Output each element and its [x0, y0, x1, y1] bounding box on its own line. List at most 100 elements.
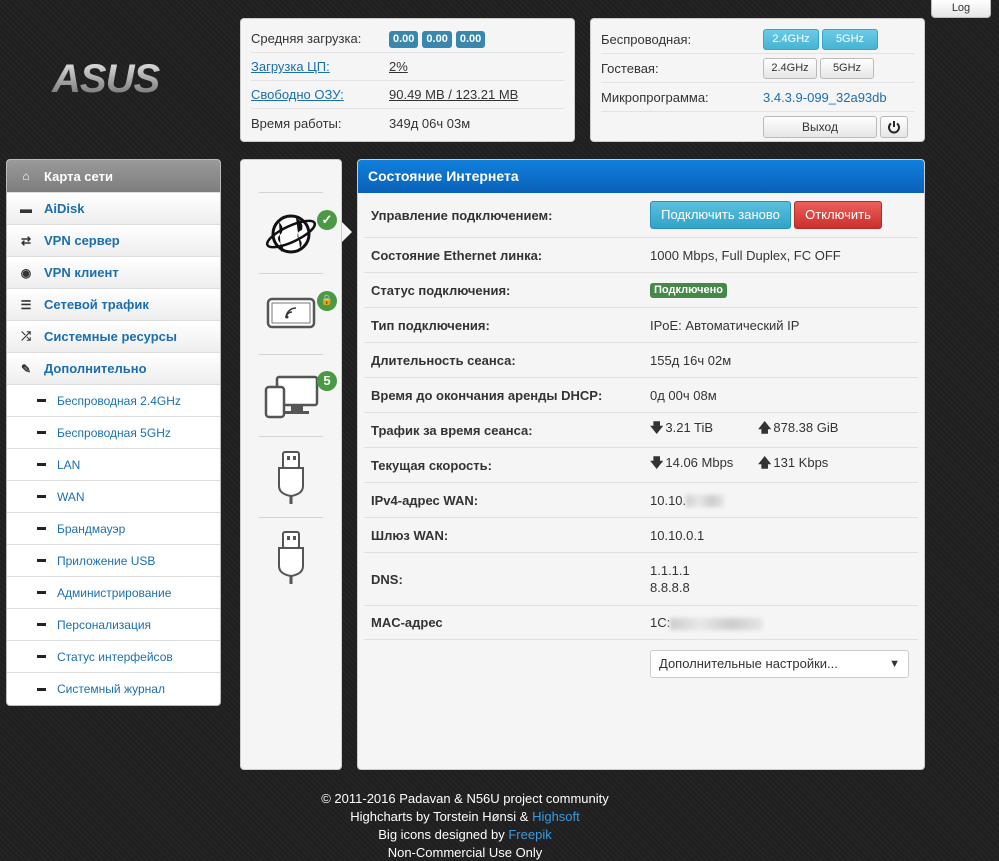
divider — [259, 192, 323, 193]
traffic-down-value: 3.21 TiB — [665, 420, 714, 435]
wireless-tile[interactable]: 🔒 — [241, 285, 343, 355]
sidebar-subitem-wireless-5[interactable]: Беспроводная 5GHz — [7, 417, 220, 449]
sidebar-subitem-label: Статус интерфейсов — [57, 649, 173, 664]
wireless-5-toggle[interactable]: 5GHz — [822, 28, 878, 50]
guest-24-toggle[interactable]: 2.4GHz — [763, 57, 817, 79]
freepik-link[interactable]: Freepik — [508, 827, 551, 842]
globe-icon: ◉ — [20, 265, 32, 280]
sidebar-subitem-label: LAN — [57, 457, 81, 472]
sidebar-item-traffic[interactable]: ☰ Сетевой трафик — [7, 289, 220, 321]
sidebar-subitem-usb-apps[interactable]: Приложение USB — [7, 545, 220, 577]
power-icon — [888, 121, 900, 134]
dash-icon — [37, 655, 46, 658]
sidebar-subitem-label: Администрирование — [57, 585, 172, 600]
sidebar-subitem-firewall[interactable]: Брандмауэр — [7, 513, 220, 545]
firmware-link[interactable]: 3.4.3.9-099_32a93db — [763, 90, 887, 105]
session-traffic-label: Трафик за время сеанса: — [371, 422, 533, 438]
highsoft-link[interactable]: Highsoft — [532, 809, 580, 824]
wan-ipv4-label: IPv4-адрес WAN: — [371, 492, 479, 508]
svg-text:ASUS: ASUS — [51, 57, 160, 101]
load-badge-1: 0.00 — [389, 30, 419, 48]
load-badge-2: 0.00 — [422, 30, 452, 48]
sidebar-subitem-label: Системный журнал — [57, 682, 165, 696]
sidebar-subitem-administration[interactable]: Администрирование — [7, 577, 220, 609]
sidebar-subitem-lan[interactable]: LAN — [7, 449, 220, 481]
dns-secondary-value: 8.8.8.8 — [650, 580, 690, 595]
dhcp-lease-label: Время до окончания аренды DHCP: — [371, 387, 603, 403]
wireless-24-toggle[interactable]: 2.4GHz — [763, 28, 819, 50]
highcharts-credit: Highcharts by Torstein Hønsi & — [350, 809, 533, 824]
current-speed-label: Текущая скорость: — [371, 457, 492, 473]
clients-count-badge: 5 — [317, 371, 337, 391]
dash-icon — [37, 399, 46, 402]
sidebar-subitem-interface-status[interactable]: Статус интерфейсов — [7, 641, 220, 673]
sidebar-subitem-label: Персонализация — [57, 617, 152, 632]
dash-icon — [37, 431, 46, 434]
retweet-icon: ⇄ — [20, 233, 32, 248]
tasks-icon: ☰ — [20, 297, 32, 312]
divider — [259, 436, 323, 437]
ethernet-link-value: 1000 Mbps, Full Duplex, FC OFF — [650, 247, 841, 263]
speed-up-value: 131 Kbps — [773, 455, 829, 470]
footer: © 2011-2016 Padavan & N56U project commu… — [240, 790, 690, 861]
connection-control-label: Управление подключением: — [371, 207, 553, 223]
arrow-down-icon: 🡇 — [650, 420, 664, 435]
guest-5-toggle[interactable]: 5GHz — [820, 57, 874, 79]
sidebar-item-vpn-client[interactable]: ◉ VPN клиент — [7, 257, 220, 289]
guest-label: Гостевая: — [601, 60, 659, 76]
disconnect-button[interactable]: Отключить — [794, 201, 882, 229]
wireless-label: Беспроводная: — [601, 31, 692, 47]
random-icon: ⤮ — [21, 329, 31, 343]
uptime-value: 349д 06ч 03м — [389, 115, 471, 131]
dash-icon — [37, 495, 46, 498]
cpu-load-link[interactable]: Загрузка ЦП: — [251, 59, 389, 74]
more-settings-select[interactable]: Дополнительные настройки... ▼ — [650, 650, 909, 678]
sidebar-item-aidisk[interactable]: ▬ AiDisk — [7, 193, 220, 225]
sidebar-subitem-wireless-24[interactable]: Беспроводная 2.4GHz — [7, 385, 220, 417]
sidebar-item-network-map[interactable]: ⌂ Карта сети — [7, 160, 220, 193]
sidebar-subitem-system-log[interactable]: Системный журнал — [7, 673, 220, 705]
logout-button[interactable]: Выход — [763, 115, 877, 138]
clients-tile[interactable]: 5 — [241, 365, 343, 437]
sidebar-item-label: Дополнительно — [44, 361, 147, 376]
connection-status-label: Статус подключения: — [371, 282, 511, 298]
reconnect-button[interactable]: Подключить заново — [650, 201, 791, 229]
sidebar-item-system-resources[interactable]: ⤮ Системные ресурсы — [7, 321, 220, 353]
arrow-down-icon: 🡇 — [650, 455, 664, 470]
sidebar-subitem-label: Беспроводная 5GHz — [57, 425, 171, 440]
dns-primary-value: 1.1.1.1 — [650, 563, 690, 578]
dash-icon — [37, 687, 46, 691]
sidebar-item-advanced[interactable]: ✎ Дополнительно — [7, 353, 220, 385]
sidebar-item-vpn-server[interactable]: ⇄ VPN сервер — [7, 225, 220, 257]
network-map-icon-column: ✓ 🔒 5 — [240, 159, 342, 770]
divider — [259, 354, 323, 355]
mac-address-value: 1C: — [650, 615, 671, 630]
divider — [259, 273, 323, 274]
arrow-up-icon: 🡅 — [758, 420, 772, 435]
sidebar-item-label: Сетевой трафик — [44, 297, 149, 312]
firmware-label: Микропрограмма: — [601, 89, 709, 105]
usb-port-2-tile[interactable] — [241, 528, 343, 588]
ethernet-link-label: Состояние Ethernet линка: — [371, 247, 543, 263]
system-status-panel: Средняя загрузка: 0.00 0.00 0.00 Загрузка … — [240, 18, 575, 142]
speed-down-value: 14.06 Mbps — [665, 455, 734, 470]
free-ram-link[interactable]: Свободно ОЗУ: — [251, 87, 389, 102]
dash-icon — [37, 623, 46, 626]
home-icon: ⌂ — [22, 169, 30, 183]
redacted-blur — [670, 617, 763, 630]
log-button[interactable]: Log — [931, 0, 991, 18]
dash-icon — [37, 559, 46, 562]
asus-logo: ASUS — [48, 56, 188, 106]
mac-address-label: MAC-адрес — [371, 615, 443, 630]
sidebar-subitem-wan[interactable]: WAN — [7, 481, 220, 513]
internet-globe-tile[interactable]: ✓ — [241, 200, 343, 274]
usb-port-1-tile[interactable] — [241, 448, 343, 508]
sidebar-nav: ⌂ Карта сети ▬ AiDisk ⇄ VPN сервер ◉ VPN… — [6, 159, 221, 706]
free-ram-value: 90.49 MB / 123.21 MB — [389, 87, 519, 102]
sidebar-subitem-customization[interactable]: Персонализация — [7, 609, 220, 641]
traffic-up-value: 878.38 GiB — [773, 420, 839, 435]
lock-icon: 🔒 — [317, 291, 337, 311]
reboot-button[interactable] — [880, 115, 908, 138]
dns-label: DNS: — [371, 571, 403, 587]
copyright-text: © 2011-2016 Padavan & N56U project commu… — [321, 791, 609, 806]
